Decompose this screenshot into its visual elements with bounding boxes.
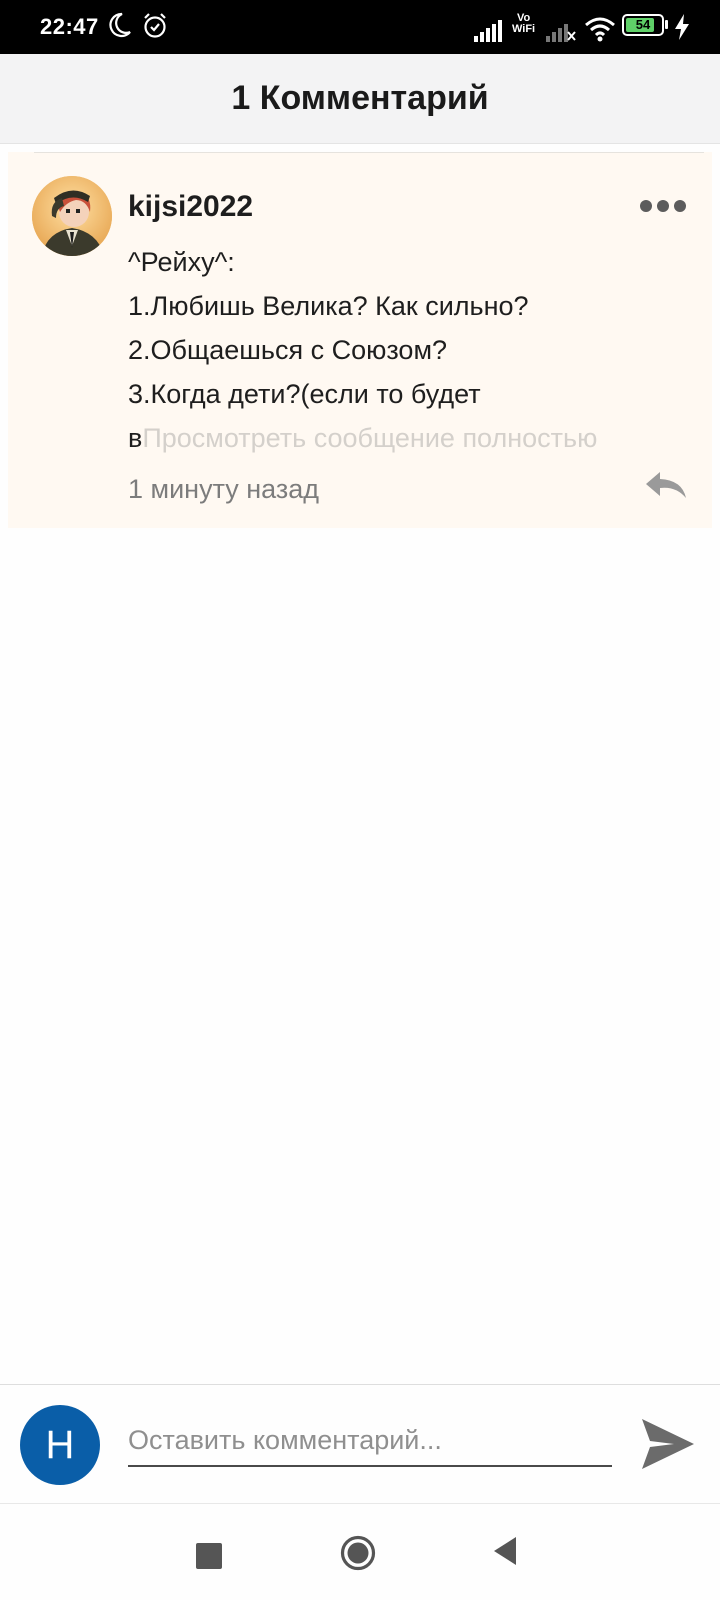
- send-icon[interactable]: [640, 1417, 696, 1471]
- more-options-button[interactable]: [640, 196, 688, 216]
- dot-icon: [640, 200, 652, 212]
- comment-body: ^Рейху^: 1.Любишь Велика? Как сильно? 2.…: [128, 240, 698, 460]
- signal-icon: [474, 20, 502, 42]
- comment-line-start: в: [128, 423, 143, 453]
- status-time: 22:47: [40, 14, 99, 39]
- system-nav-bar: [0, 1505, 720, 1600]
- charging-bolt-icon: [675, 14, 689, 40]
- dot-icon: [674, 200, 686, 212]
- comment-timestamp: 1 минуту назад: [128, 474, 320, 504]
- moon-icon: [109, 12, 131, 38]
- header: 1 Комментарий: [0, 54, 720, 144]
- status-bar: 22:47 Vo WiFi 54: [0, 0, 720, 54]
- comment-line: 1.Любишь Велика? Как сильно?: [128, 291, 529, 321]
- view-full-message-link[interactable]: Просмотреть сообщение полностью: [142, 423, 597, 453]
- back-triangle-icon[interactable]: [492, 1535, 518, 1567]
- page-title: 1 Комментарий: [231, 79, 489, 117]
- home-circle-icon[interactable]: [340, 1535, 376, 1571]
- battery-icon: 54: [622, 14, 664, 36]
- dot-icon: [657, 200, 669, 212]
- comment-item: kijsi2022 ^Рейху^: 1.Любишь Велика? Как …: [8, 152, 712, 528]
- commenter-avatar[interactable]: [32, 176, 112, 256]
- divider: [34, 152, 704, 153]
- reply-icon[interactable]: [644, 470, 688, 500]
- comment-line: 2.Общаешься с Союзом?: [128, 335, 448, 365]
- comment-line-truncated: вПросмотреть сообщение полностью: [128, 416, 698, 460]
- comment-line: ^Рейху^:: [128, 247, 235, 277]
- alarm-icon: [144, 13, 166, 38]
- comment-input[interactable]: [128, 1415, 612, 1467]
- current-user-avatar: Н: [20, 1405, 100, 1485]
- wifi-icon: [585, 17, 615, 42]
- vowifi-icon: Vo WiFi: [512, 12, 536, 35]
- comment-input-bar: Н: [0, 1384, 720, 1504]
- signal-no-service-icon: [546, 24, 576, 42]
- battery-level: 54: [635, 17, 651, 32]
- recents-square-icon[interactable]: [196, 1543, 222, 1569]
- commenter-username[interactable]: kijsi2022: [128, 190, 253, 224]
- screen: 22:47 Vo WiFi 54 1 Комментарий kijsi2022…: [0, 0, 720, 1600]
- comment-line: 3.Когда дети?(если то будет: [128, 379, 481, 409]
